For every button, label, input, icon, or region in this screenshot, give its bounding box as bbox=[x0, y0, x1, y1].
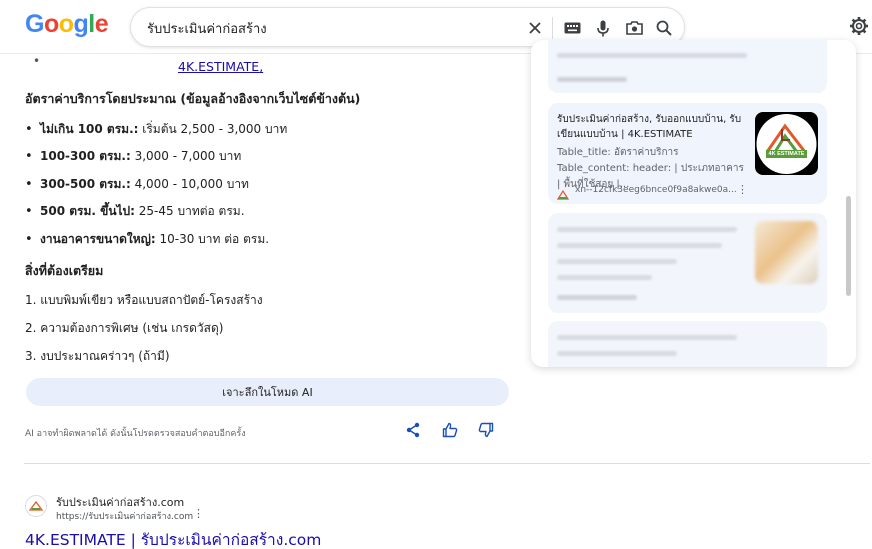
google-logo[interactable]: Google bbox=[25, 10, 109, 39]
bullet-dot: • bbox=[25, 177, 33, 192]
logo-letter: o bbox=[43, 10, 59, 38]
source-card-title[interactable]: รับประเมินค่าก่อสร้าง, รับออกแบบบ้าน, รั… bbox=[557, 112, 747, 142]
list-item: 1. แบบพิมพ์เขียว หรือแบบสถาปัตย์-โครงสร้… bbox=[25, 293, 263, 307]
sources-panel: รับประเมินค่าก่อสร้าง, รับออกแบบบ้าน, รั… bbox=[531, 40, 856, 367]
bullet-dot: • bbox=[25, 232, 33, 247]
camera-lens-icon[interactable] bbox=[623, 17, 645, 39]
rate-text: 3,000 - 7,000 บาท bbox=[130, 149, 242, 163]
more-options-icon[interactable]: ⋮ bbox=[193, 507, 204, 520]
rates-heading: อัตราค่าบริการโดยประมาณ (ข้อมูลอ้างอิงจา… bbox=[25, 91, 361, 106]
search-divider bbox=[552, 17, 553, 39]
bullet-dot: • bbox=[25, 204, 33, 219]
keyboard-icon[interactable] bbox=[561, 17, 583, 39]
thumbnail-text: 4K ESTIMATE bbox=[768, 151, 805, 157]
close-icon[interactable] bbox=[524, 17, 546, 39]
blurred-line bbox=[557, 351, 677, 356]
logo-letter: o bbox=[58, 10, 74, 38]
source-link-text[interactable]: 4K.ESTIMATE bbox=[178, 59, 259, 74]
source-link[interactable]: 4K.ESTIMATE, bbox=[178, 59, 263, 74]
source-favicon bbox=[556, 185, 570, 200]
blurred-line bbox=[557, 275, 652, 280]
blurred-line bbox=[557, 77, 627, 82]
more-options-icon[interactable]: ⋮ bbox=[737, 183, 748, 196]
rate-label: 300-500 ตรม.: bbox=[40, 177, 131, 191]
result-title-link[interactable]: 4K.ESTIMATE | รับประเมินค่าก่อสร้าง.com bbox=[25, 527, 321, 549]
logo-letter: G bbox=[25, 10, 44, 38]
list-item: 2. ความต้องการพิเศษ (เช่น เกรดวัสดุ) bbox=[25, 321, 224, 335]
section-divider bbox=[24, 463, 870, 464]
source-link-suffix: , bbox=[259, 59, 264, 74]
dive-deeper-ai-mode-button[interactable]: เจาะลึกในโหมด AI bbox=[26, 378, 509, 406]
list-item: 3. งบประมาณคร่าวๆ (ถ้ามี) bbox=[25, 349, 170, 363]
source-url: xn--12cfk3eeg6bnce0f9a8akwe0a... bbox=[575, 185, 737, 195]
rate-label: งานอาคารขนาดใหญ่: bbox=[40, 232, 156, 246]
search-icon[interactable] bbox=[653, 17, 675, 39]
microphone-icon[interactable] bbox=[592, 17, 614, 39]
list-item: • 300-500 ตรม.: 4,000 - 10,000 บาท bbox=[25, 175, 249, 194]
rate-text: 10-30 บาท ต่อ ตรม. bbox=[155, 232, 270, 246]
bullet-dot: • bbox=[25, 122, 33, 137]
blurred-line bbox=[557, 53, 747, 58]
logo-letter: g bbox=[73, 10, 89, 38]
source-card-blurred[interactable] bbox=[548, 321, 827, 367]
list-item: • งานอาคารขนาดใหญ่: 10-30 บาท ต่อ ตรม. bbox=[25, 230, 269, 249]
thumbs-up-icon[interactable] bbox=[442, 422, 462, 442]
rate-label: 500 ตรม. ขึ้นไป: bbox=[40, 204, 135, 218]
search-input[interactable]: รับประเมินค่าก่อสร้าง bbox=[147, 18, 267, 39]
rate-label: 100-300 ตรม.: bbox=[40, 149, 131, 163]
source-card[interactable]: รับประเมินค่าก่อสร้าง, รับออกแบบบ้าน, รั… bbox=[548, 103, 827, 204]
bullet-dot: • bbox=[25, 149, 33, 164]
list-item: • ไม่เกิน 100 ตรม.: เริ่มต้น 2,500 - 3,00… bbox=[25, 120, 287, 139]
panel-scrollbar[interactable] bbox=[846, 196, 851, 296]
blurred-line bbox=[557, 295, 637, 300]
rate-label: ไม่เกิน 100 ตรม.: bbox=[40, 122, 139, 136]
rate-text: เริ่มต้น 2,500 - 3,000 บาท bbox=[138, 122, 288, 136]
thumbs-down-icon[interactable] bbox=[478, 422, 498, 442]
source-thumbnail: 4K ESTIMATE bbox=[755, 112, 818, 175]
source-thumbnail bbox=[755, 221, 818, 284]
list-item: • 100-300 ตรม.: 3,000 - 7,000 บาท bbox=[25, 147, 241, 166]
list-item: • 500 ตรม. ขึ้นไป: 25-45 บาทต่อ ตรม. bbox=[25, 202, 245, 221]
rate-text: 4,000 - 10,000 บาท bbox=[130, 177, 249, 191]
result-site-url[interactable]: https://รับประเมินค่าก่อสร้าง.com bbox=[56, 509, 193, 523]
ai-disclaimer: AI อาจทำผิดพลาดได้ ดังนั้นโปรดตรวจสอบคำต… bbox=[25, 429, 246, 439]
blurred-line bbox=[557, 259, 677, 264]
search-results-page: Google รับประเมินค่าก่อสร้าง • 4K.ESTIMA… bbox=[0, 0, 872, 549]
blurred-line bbox=[557, 243, 722, 248]
blurred-line bbox=[557, 335, 737, 340]
bullet-dot: • bbox=[33, 54, 41, 68]
share-icon[interactable] bbox=[405, 422, 425, 442]
source-card-blurred[interactable] bbox=[548, 40, 827, 93]
logo-letter: e bbox=[94, 10, 109, 38]
prep-heading: สิ่งที่ต้องเตรียม bbox=[25, 263, 104, 278]
site-favicon bbox=[25, 495, 47, 517]
gear-icon[interactable] bbox=[849, 16, 871, 38]
rate-text: 25-45 บาทต่อ ตรม. bbox=[134, 204, 245, 218]
blurred-line bbox=[557, 227, 737, 232]
source-card-blurred[interactable] bbox=[548, 213, 827, 313]
